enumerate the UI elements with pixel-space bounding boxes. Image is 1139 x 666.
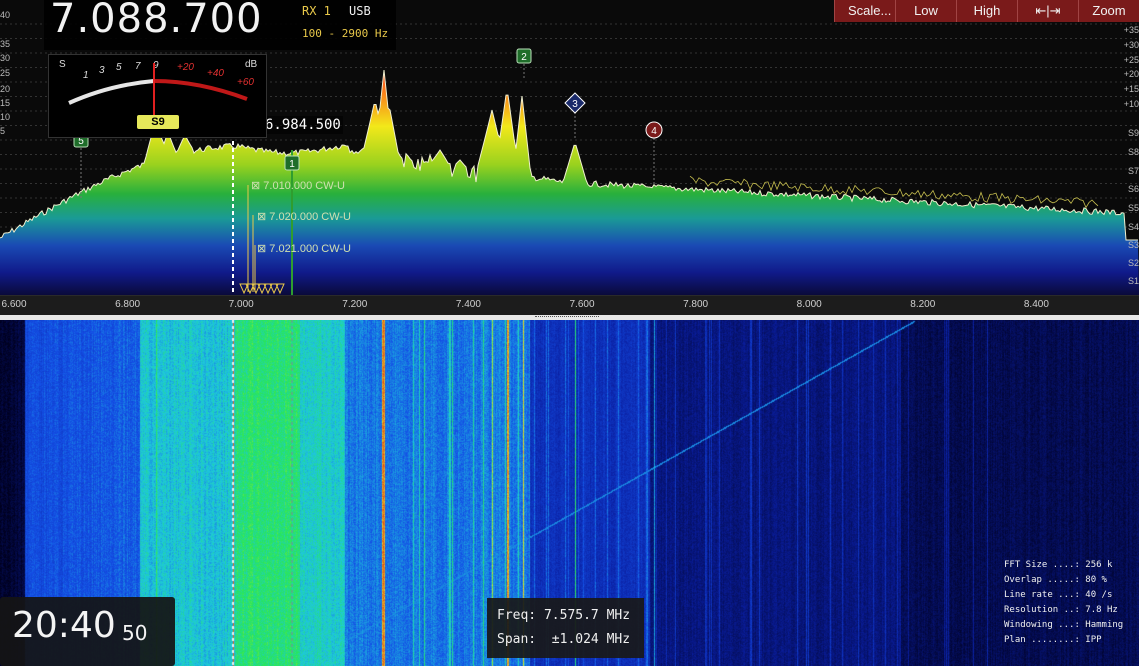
scale-button[interactable]: Scale...: [834, 0, 895, 22]
marker-2[interactable]: 2: [516, 48, 532, 64]
svg-text:2: 2: [521, 52, 527, 63]
vfo-frequency[interactable]: 7.088.700: [50, 0, 263, 42]
db-label: +30: [1123, 40, 1139, 50]
fft-info: FFT Size ....: 256 k Overlap .....: 80 %…: [1004, 558, 1123, 648]
frequency-axis[interactable]: 6.600 6.800 7.000 7.200 7.400 7.600 7.800 8.000…: [0, 295, 1139, 316]
db-label: S5: [1127, 203, 1139, 213]
receiver-label[interactable]: RX 1: [302, 4, 331, 18]
axis-tick-label: 6.800: [115, 299, 141, 310]
clock-seconds: 50: [122, 621, 148, 645]
db-label: 20: [0, 84, 11, 94]
spectrum-panel[interactable]: 5 2 3 4 1 40 35 30 25 20 15 10 5 +35 +30…: [0, 0, 1139, 295]
axis-tick-label: 7.600: [569, 299, 595, 310]
fft-overlap: Overlap .....: 80 %: [1004, 575, 1107, 585]
s-meter: S dB 1 3 5 7 9 +20 +40 +60 S9: [48, 54, 267, 138]
db-label: +25: [1123, 55, 1139, 65]
db-scale-20: +20: [177, 62, 194, 73]
fft-windowing: Windowing ...: Hamming: [1004, 620, 1124, 630]
cursor-frequency-readout: 6.984.500: [263, 116, 343, 134]
zoom-button[interactable]: Zoom: [1078, 0, 1139, 22]
axis-tick-label: 7.800: [683, 299, 709, 310]
db-label: 30: [0, 53, 11, 63]
db-label: 5: [0, 126, 6, 136]
axis-tick-label: 6.600: [1, 299, 27, 310]
db-scale-40: +40: [207, 68, 224, 79]
marker-4[interactable]: 4: [645, 121, 663, 139]
spot-label[interactable]: ⊠ 7.010.000 CW-U: [251, 179, 345, 192]
toolbar: Scale... Low High ⇤|⇥ Zoom: [834, 0, 1139, 22]
svg-text:3: 3: [572, 99, 578, 110]
s-scale-7: 7: [135, 61, 141, 72]
axis-tick-label: 7.400: [455, 299, 481, 310]
fft-plan: Plan ........: IPP: [1004, 635, 1102, 645]
s-label: S: [59, 59, 66, 70]
splitter-grip-icon[interactable]: [535, 316, 599, 319]
s-scale-1: 1: [83, 70, 89, 81]
axis-tick-label: 8.000: [796, 299, 822, 310]
low-button[interactable]: Low: [895, 0, 956, 22]
s-reading-badge: S9: [137, 115, 179, 129]
fit-span-button[interactable]: ⇤|⇥: [1017, 0, 1078, 22]
db-label: S8: [1127, 147, 1139, 157]
fft-resolution: Resolution ..: 7.8 Hz: [1004, 605, 1118, 615]
freq-span-info: Freq: 7.575.7 MHz Span: ±1.024 MHz: [487, 598, 644, 658]
axis-tick-label: 8.400: [1023, 299, 1049, 310]
db-label: S9: [1127, 128, 1139, 138]
fft-size: FFT Size ....: 256 k: [1004, 560, 1113, 570]
db-label: 15: [0, 98, 11, 108]
clock-display: 20:40 50: [0, 597, 175, 666]
axis-tick-label: 8.200: [910, 299, 936, 310]
svg-text:1: 1: [289, 159, 295, 170]
s-scale-3: 3: [99, 65, 105, 76]
db-scale-60: +60: [237, 77, 254, 88]
high-button[interactable]: High: [956, 0, 1017, 22]
s-scale-5: 5: [116, 62, 122, 73]
center-frequency: Freq: 7.575.7 MHz: [497, 608, 631, 623]
spot-label[interactable]: ⊠ 7.020.000 CW-U: [257, 210, 351, 223]
db-label: 10: [0, 112, 11, 122]
clock-hours-minutes: 20:40: [12, 605, 116, 646]
axis-tick-label: 7.000: [228, 299, 254, 310]
db-label: S7: [1127, 166, 1139, 176]
db-label: S2: [1127, 258, 1139, 268]
bandwidth-label[interactable]: 100 - 2900 Hz: [302, 27, 388, 40]
db-label: S6: [1127, 184, 1139, 194]
db-label: +15: [1123, 84, 1139, 94]
span-value: Span: ±1.024 MHz: [497, 632, 631, 647]
fft-line-rate: Line rate ...: 40 /s: [1004, 590, 1113, 600]
db-label: S1: [1127, 276, 1139, 286]
db-label: S4: [1127, 222, 1139, 232]
axis-tick-label: 7.200: [342, 299, 368, 310]
db-label: +10: [1123, 99, 1139, 109]
svg-text:4: 4: [651, 126, 657, 137]
mode-label[interactable]: USB: [349, 4, 371, 18]
db-label: S3: [1127, 240, 1139, 250]
db-label: 35: [0, 39, 11, 49]
db-label: 40: [0, 10, 11, 20]
db-label: +35: [1123, 25, 1139, 35]
vfo-display[interactable]: 7.088.700 RX 1 USB 100 - 2900 Hz: [44, 0, 396, 50]
db-label: 25: [0, 68, 11, 78]
spot-label[interactable]: ⊠ 7.021.000 CW-U: [257, 242, 351, 255]
marker-1[interactable]: 1: [284, 155, 300, 171]
db-label: +20: [1123, 69, 1139, 79]
db-label: dB: [245, 59, 258, 70]
